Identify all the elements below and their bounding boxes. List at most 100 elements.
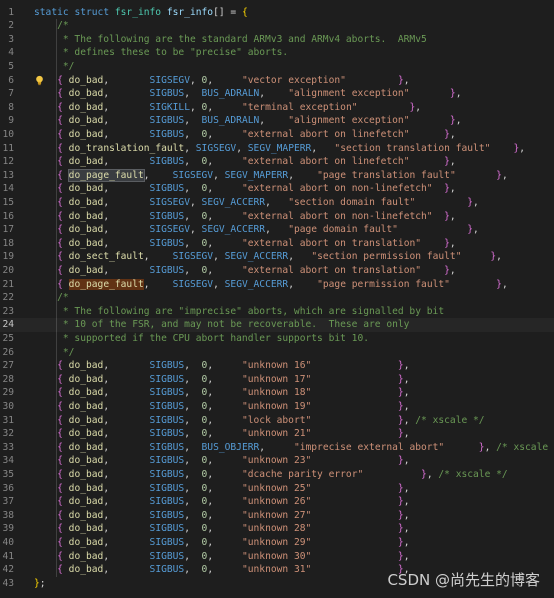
- code-token: do_bad: [68, 387, 104, 399]
- code-token: SIGBUS: [149, 360, 185, 372]
- code-token: ,: [207, 387, 242, 399]
- code-line[interactable]: 18 { do_bad, SIGBUS, 0, "external abort …: [0, 237, 554, 251]
- code-token: ,: [449, 210, 456, 222]
- code-token: ,: [184, 496, 202, 508]
- code-line[interactable]: 30 { do_bad, SIGBUS, 0, "unknown 19" },: [0, 400, 554, 414]
- code-token: ,: [403, 550, 410, 562]
- code-line[interactable]: 39 { do_bad, SIGBUS, 0, "unknown 28" },: [0, 522, 554, 536]
- code-line[interactable]: 23 * The following are "imprecise" abort…: [0, 305, 554, 319]
- code-token: ,: [449, 156, 456, 168]
- code-line[interactable]: 16 { do_bad, SIGBUS, 0, "external abort …: [0, 210, 554, 224]
- code-token: "external abort on translation": [241, 237, 422, 249]
- code-token: {: [57, 441, 69, 453]
- code-line[interactable]: 3 * The following are the standard ARMv3…: [0, 33, 554, 47]
- code-text: { do_bad, SIGBUS, 0, "unknown 27" },: [34, 509, 409, 523]
- code-line[interactable]: 14 { do_bad, SIGBUS, 0, "external abort …: [0, 182, 554, 196]
- code-line[interactable]: 1 static struct fsr_info fsr_info[] = {: [0, 6, 554, 20]
- code-line[interactable]: 6 { do_bad, SIGSEGV, 0, "vector exceptio…: [0, 74, 554, 88]
- code-text: { do_bad, SIGBUS, 0, "unknown 19" },: [34, 400, 409, 414]
- code-line[interactable]: 2 /*: [0, 19, 554, 33]
- code-token: [] =: [213, 6, 242, 18]
- code-line[interactable]: 17 { do_bad, SIGSEGV, SEGV_ACCERR, "page…: [0, 223, 554, 237]
- line-number: 25: [2, 332, 14, 344]
- line-number: 15: [2, 196, 14, 208]
- code-line[interactable]: 37 { do_bad, SIGBUS, 0, "unknown 26" },: [0, 495, 554, 509]
- code-line[interactable]: 38 { do_bad, SIGBUS, 0, "unknown 27" },: [0, 509, 554, 523]
- code-token: do_bad: [68, 523, 104, 535]
- code-editor[interactable]: 1 static struct fsr_info fsr_info[] = {2 …: [0, 0, 554, 598]
- code-line[interactable]: 29 { do_bad, SIGBUS, 0, "unknown 18" },: [0, 386, 554, 400]
- code-token: * defines these to be "precise" aborts.: [34, 47, 289, 59]
- code-line[interactable]: 41 { do_bad, SIGBUS, 0, "unknown 30" },: [0, 550, 554, 564]
- code-token: /* xscale */: [415, 414, 485, 426]
- code-text: { do_bad, SIGBUS, BUS_ADRALN, "alignment…: [34, 114, 461, 128]
- code-line[interactable]: 19 { do_sect_fault, SIGSEGV, SEGV_ACCERR…: [0, 250, 554, 264]
- code-token: ,: [259, 88, 289, 100]
- code-line[interactable]: 27 { do_bad, SIGBUS, 0, "unknown 16" },: [0, 359, 554, 373]
- code-token: ,: [184, 400, 202, 412]
- code-line[interactable]: 24 * 10 of the FSR, and may not be recov…: [0, 318, 554, 332]
- code-token: ;: [39, 577, 46, 589]
- code-text: { do_bad, SIGBUS, 0, "unknown 28" },: [34, 522, 409, 536]
- code-line[interactable]: 8 { do_bad, SIGKILL, 0, "terminal except…: [0, 101, 554, 115]
- code-token: ,: [207, 536, 242, 548]
- code-line[interactable]: 21 { do_page_fault, SIGSEGV, SEGV_ACCERR…: [0, 278, 554, 292]
- code-line[interactable]: 32 { do_bad, SIGBUS, 0, "unknown 21" },: [0, 427, 554, 441]
- code-token: {: [57, 482, 69, 494]
- code-line[interactable]: 7 { do_bad, SIGBUS, BUS_ADRALN, "alignme…: [0, 87, 554, 101]
- code-line[interactable]: 26 */: [0, 346, 554, 360]
- code-text: { do_bad, SIGBUS, 0, "external abort on …: [34, 264, 456, 278]
- code-line[interactable]: 40 { do_bad, SIGBUS, 0, "unknown 29" },: [0, 536, 554, 550]
- code-token: ,: [207, 237, 242, 249]
- code-text: { do_bad, SIGBUS, 0, "unknown 29" },: [34, 536, 409, 550]
- code-line[interactable]: 13 { do_page_fault, SIGSEGV, SEGV_MAPERR…: [0, 168, 554, 183]
- code-token: ,: [207, 400, 242, 412]
- code-token: ,: [103, 88, 150, 100]
- code-token: ,: [207, 455, 242, 467]
- code-token: ,: [455, 88, 462, 100]
- code-line[interactable]: 34 { do_bad, SIGBUS, 0, "unknown 23" },: [0, 454, 554, 468]
- code-token: ,: [103, 74, 150, 86]
- code-line[interactable]: 12 { do_bad, SIGBUS, 0, "external abort …: [0, 155, 554, 169]
- code-line[interactable]: 31 { do_bad, SIGBUS, 0, "lock abort" }, …: [0, 414, 554, 428]
- code-token: ,: [213, 278, 225, 290]
- code-line[interactable]: 15 { do_bad, SIGSEGV, SEGV_ACCERR, "sect…: [0, 196, 554, 210]
- code-line[interactable]: 28 { do_bad, SIGBUS, 0, "unknown 17" },: [0, 373, 554, 387]
- code-token: {: [57, 74, 69, 86]
- code-token: ,: [496, 251, 502, 263]
- line-number: 40: [2, 536, 14, 548]
- line-number: 14: [2, 183, 14, 195]
- code-text: { do_bad, SIGSEGV, SEGV_ACCERR, "page do…: [34, 223, 479, 237]
- code-line[interactable]: 35 { do_bad, SIGBUS, 0, "dcache parity e…: [0, 468, 554, 482]
- code-line[interactable]: 33 { do_bad, SIGBUS, BUS_OBJERR, "imprec…: [0, 441, 554, 455]
- code-token: ,: [143, 251, 173, 263]
- code-token: {: [57, 564, 69, 576]
- code-token: ,: [103, 373, 150, 385]
- code-line[interactable]: 10 { do_bad, SIGBUS, 0, "external abort …: [0, 128, 554, 142]
- code-token: */: [34, 60, 75, 72]
- code-token: BUS_OBJERR: [201, 441, 260, 453]
- code-token: {: [57, 101, 69, 113]
- line-number: 19: [2, 251, 14, 263]
- watermark: CSDN @尚先生的博客: [387, 571, 540, 589]
- code-line[interactable]: 5 */: [0, 60, 554, 74]
- code-line[interactable]: 25 * supported if the CPU abort handler …: [0, 332, 554, 346]
- code-token: ,: [288, 278, 318, 290]
- code-line[interactable]: 22 /*: [0, 291, 554, 305]
- code-line[interactable]: 11 { do_translation_fault, SIGSEGV, SEGV…: [0, 142, 554, 156]
- code-line[interactable]: 4 * defines these to be "precise" aborts…: [0, 46, 554, 60]
- code-token: SIGBUS: [149, 128, 185, 140]
- code-line[interactable]: 9 { do_bad, SIGBUS, BUS_ADRALN, "alignme…: [0, 114, 554, 128]
- code-line[interactable]: 36 { do_bad, SIGBUS, 0, "unknown 25" },: [0, 482, 554, 496]
- code-line[interactable]: 20 { do_bad, SIGBUS, 0, "external abort …: [0, 264, 554, 278]
- line-number: 29: [2, 387, 14, 399]
- code-token: ,: [403, 509, 410, 521]
- code-token: ,: [207, 156, 242, 168]
